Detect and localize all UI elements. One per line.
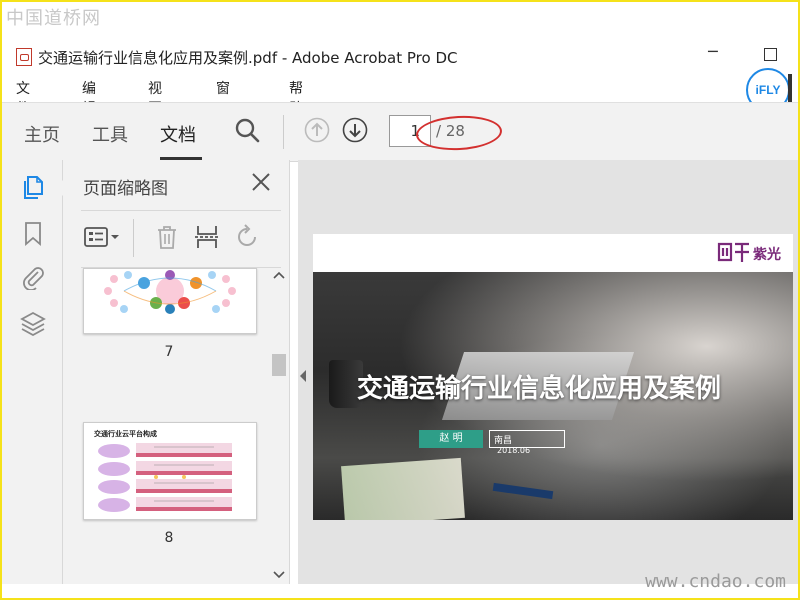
toolbar-separator: [283, 115, 284, 149]
bookmark-icon[interactable]: [20, 220, 46, 246]
collapse-panel-icon[interactable]: [300, 370, 306, 382]
tab-tools[interactable]: 工具: [92, 121, 128, 147]
watermark-bottom: www.cndao.com: [645, 571, 786, 592]
thumbnail-page-8[interactable]: 交通行业云平台构成: [83, 422, 257, 520]
minimize-button[interactable]: ─: [708, 42, 718, 61]
scrollbar-thumb[interactable]: [272, 354, 286, 376]
thumbnail-next-number: …: [162, 574, 176, 584]
thumbnails-panel: 页面缩略图 7 交通行业云平台构成 8 …: [55, 160, 290, 584]
pdf-file-icon: [16, 48, 32, 66]
watermark-top: 中国道桥网: [6, 8, 101, 29]
document-view[interactable]: 紫光 交通运输行业信息化应用及案例 赵 明 南昌 2018.06: [298, 160, 798, 584]
date-tag: 2018.06: [497, 446, 531, 455]
thumbnail-tools: [81, 210, 281, 268]
thumbnail-list: 7 交通行业云平台构成 8 …: [81, 268, 265, 584]
maximize-button[interactable]: [764, 48, 777, 61]
thumbnail-8-number: 8: [164, 530, 174, 546]
previous-page-icon[interactable]: [304, 117, 330, 143]
document-title: 交通运输行业信息化应用及案例: [357, 374, 722, 404]
photo-pen: [492, 482, 554, 500]
thumbnail-options-icon[interactable]: [83, 223, 123, 251]
page-thumbnails-icon[interactable]: [20, 174, 46, 200]
thumbnail-7-preview: [104, 270, 236, 314]
scroll-up-icon[interactable]: [272, 270, 286, 280]
ifly-side-bar: [788, 74, 792, 104]
delete-icon[interactable]: [153, 223, 181, 251]
tab-home[interactable]: 主页: [24, 121, 60, 147]
search-icon[interactable]: [234, 117, 260, 143]
thumbnail-page-7[interactable]: [83, 268, 257, 334]
layers-icon[interactable]: [20, 310, 46, 336]
thumbnail-scrollbar[interactable]: [269, 268, 287, 584]
thumbnail-8-preview: [98, 443, 232, 512]
rotate-icon[interactable]: [233, 223, 261, 251]
attachment-icon[interactable]: [20, 264, 46, 290]
page-header: 紫光: [313, 234, 793, 272]
panel-pointer: [55, 180, 63, 196]
left-rail: [2, 160, 63, 584]
photo-paper: [341, 457, 465, 520]
title-bar: 交通运输行业信息化应用及案例.pdf - Adobe Acrobat Pro D…: [2, 42, 798, 72]
pdf-page: 紫光 交通运输行业信息化应用及案例 赵 明 南昌 2018.06: [313, 234, 793, 520]
cover-photo: 交通运输行业信息化应用及案例 赵 明 南昌 2018.06: [313, 272, 793, 520]
scroll-down-icon[interactable]: [272, 570, 286, 580]
logo-mark-icon: [717, 242, 749, 262]
extract-pages-icon[interactable]: [193, 223, 221, 251]
tab-document[interactable]: 文档: [160, 121, 196, 147]
close-icon[interactable]: [249, 170, 273, 194]
logo-text: 紫光: [753, 247, 781, 263]
thumbnail-7-number: 7: [164, 344, 174, 360]
main-toolbar: 主页 工具 文档 1 / 28: [2, 102, 798, 162]
tools-separator: [133, 219, 134, 257]
screenshot-frame: 中国道桥网 交通运输行业信息化应用及案例.pdf - Adobe Acrobat…: [0, 0, 800, 600]
next-page-icon[interactable]: [342, 117, 368, 143]
panel-title: 页面缩略图: [83, 179, 168, 199]
author-tag: 赵 明: [419, 430, 483, 448]
window-title: 交通运输行业信息化应用及案例.pdf - Adobe Acrobat Pro D…: [38, 49, 458, 67]
